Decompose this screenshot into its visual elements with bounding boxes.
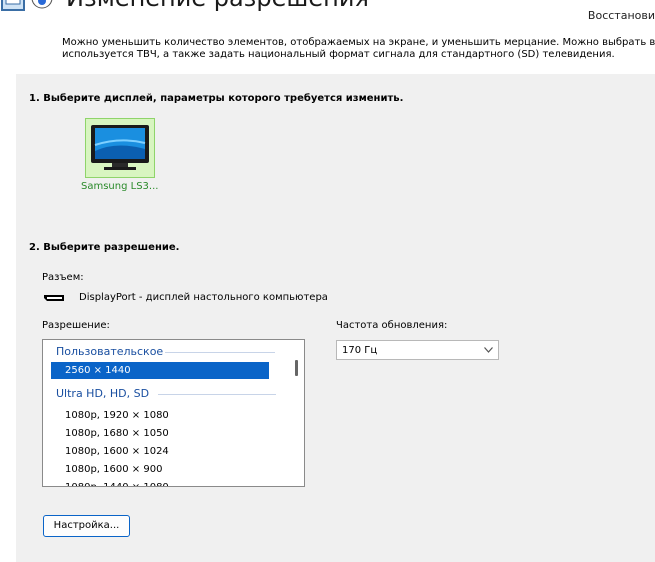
customize-button[interactable]: Настройка... xyxy=(43,515,130,537)
intro-text: Можно уменьшить количество элементов, от… xyxy=(62,37,655,61)
refresh-rate-select[interactable]: 170 Гц xyxy=(336,340,499,360)
resolution-item[interactable]: 1080p, 1440 × 1080 xyxy=(51,479,269,486)
step2-heading: 2. Выберите разрешение. xyxy=(29,242,180,253)
resolution-item[interactable]: 1080p, 1920 × 1080 xyxy=(51,407,269,424)
nvidia-display-icon xyxy=(1,0,53,11)
group-divider xyxy=(158,394,276,395)
resolution-item[interactable]: 1080p, 1600 × 1024 xyxy=(51,443,269,460)
intro-line-2: используется ТВЧ, а также задать национа… xyxy=(62,49,615,60)
restore-defaults-link[interactable]: Восстанови xyxy=(588,9,655,22)
connector-value: DisplayPort - дисплей настольного компью… xyxy=(79,292,328,303)
page-title: Изменение разрешения xyxy=(66,0,369,12)
group-divider xyxy=(165,352,275,353)
group-header-custom: Пользовательское xyxy=(56,345,164,358)
chevron-down-icon xyxy=(484,347,493,353)
resolution-item-selected[interactable]: 2560 × 1440 xyxy=(51,362,269,379)
resolution-label: Разрешение: xyxy=(42,320,110,331)
monitor-icon xyxy=(91,125,149,170)
resolution-item[interactable]: 1080p, 1600 × 900 xyxy=(51,461,269,478)
resolution-item[interactable]: 1080p, 1680 × 1050 xyxy=(51,425,269,442)
refresh-rate-label: Частота обновления: xyxy=(336,320,448,331)
list-scrollbar-thumb[interactable] xyxy=(295,360,298,376)
step1-heading: 1. Выберите дисплей, параметры которого … xyxy=(29,93,404,104)
settings-panel: 1. Выберите дисплей, параметры которого … xyxy=(16,74,655,562)
display-tile-samsung[interactable] xyxy=(85,118,155,178)
displayport-icon xyxy=(44,295,64,301)
display-label: Samsung LS3... xyxy=(81,181,159,192)
resolution-list[interactable]: Пользовательское 2560 × 1440 Ultra HD, H… xyxy=(42,339,305,487)
page-header: Изменение разрешения Восстанови xyxy=(0,0,655,31)
group-header-hd: Ultra HD, HD, SD xyxy=(56,387,150,400)
refresh-rate-value: 170 Гц xyxy=(342,345,378,356)
connector-label: Разъем: xyxy=(42,272,84,283)
intro-line-1: Можно уменьшить количество элементов, от… xyxy=(62,37,655,48)
